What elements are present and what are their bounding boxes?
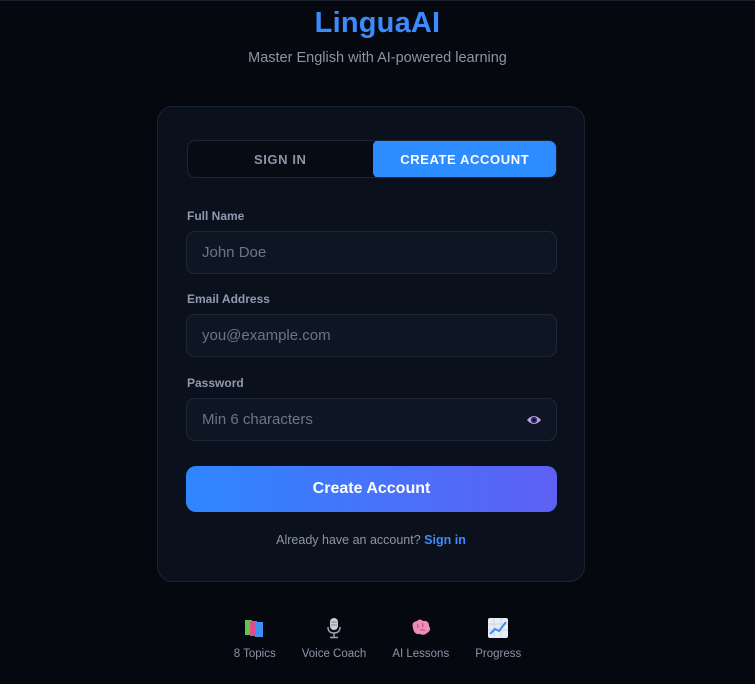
email-input[interactable]: [187, 315, 556, 356]
tab-sign-in[interactable]: SIGN IN: [188, 141, 373, 177]
feature-label: AI Lessons: [392, 648, 450, 660]
feature-label: 8 Topics: [233, 648, 276, 660]
microphone-icon: [322, 616, 346, 640]
email-field-wrapper: [186, 314, 557, 357]
feature-topics: 8 Topics: [234, 616, 276, 660]
feature-label: Voice Coach: [301, 648, 367, 660]
feature-progress: Progress: [475, 616, 521, 660]
brain-icon: [409, 616, 433, 640]
chart-increasing-icon: [486, 616, 510, 640]
feature-voice-coach: Voice Coach: [301, 616, 367, 660]
create-account-button[interactable]: Create Account: [186, 466, 557, 512]
password-input[interactable]: [187, 399, 556, 440]
auth-card: SIGN IN CREATE ACCOUNT Full Name Email A…: [157, 106, 585, 582]
auth-page: LinguaAI Master English with AI-powered …: [0, 0, 755, 684]
tab-create-account[interactable]: CREATE ACCOUNT: [372, 141, 556, 177]
feature-list: 8 Topics Voice Coach AI Lessons Progress: [0, 616, 755, 660]
auth-tabs: SIGN IN CREATE ACCOUNT: [187, 140, 557, 178]
books-icon: [243, 616, 267, 640]
feature-label: Progress: [475, 648, 522, 660]
password-label: Password: [187, 376, 244, 390]
sign-in-link[interactable]: Sign in: [424, 533, 466, 547]
switch-auth-line: Already have an account? Sign in: [158, 533, 584, 547]
full-name-field-wrapper: [186, 231, 557, 274]
password-field-wrapper: [186, 398, 557, 441]
feature-ai-lessons: AI Lessons: [392, 616, 449, 660]
switch-prompt: Already have an account?: [276, 533, 421, 547]
full-name-input[interactable]: [187, 232, 556, 273]
brand-title: LinguaAI: [314, 7, 441, 39]
eye-icon[interactable]: [526, 413, 542, 427]
brand-subtitle: Master English with AI-powered learning: [248, 50, 507, 66]
full-name-label: Full Name: [187, 209, 245, 223]
email-label: Email Address: [187, 292, 270, 306]
